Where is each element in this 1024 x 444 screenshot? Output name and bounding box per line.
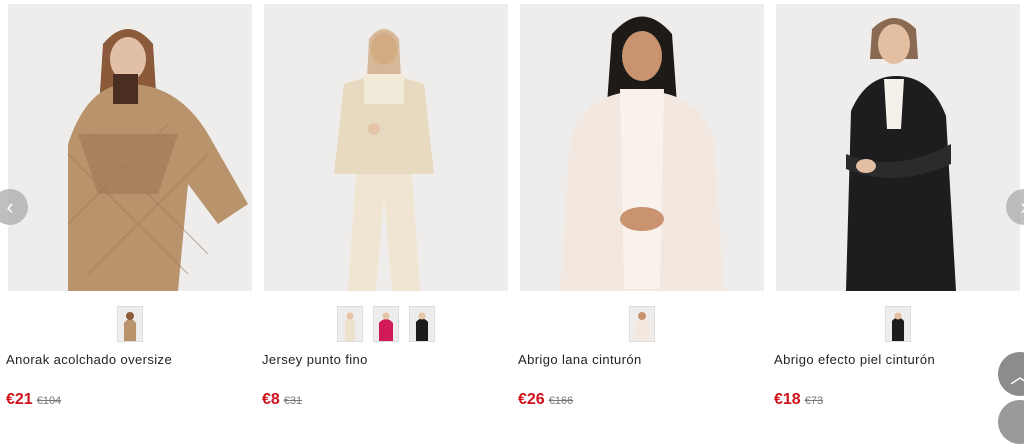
product-image[interactable]	[520, 4, 764, 291]
product-prices: €8 €31	[262, 391, 302, 409]
product-image[interactable]	[264, 4, 508, 291]
sale-price: €8	[262, 391, 280, 408]
sale-price: €21	[6, 391, 33, 408]
color-swatch[interactable]	[409, 306, 435, 342]
product-image[interactable]	[776, 4, 1020, 291]
original-price: €104	[36, 395, 62, 407]
sale-price: €18	[774, 391, 801, 408]
color-swatch[interactable]	[885, 306, 911, 342]
product-carousel: Anorak acolchado oversize €21 €104 Jerse…	[0, 0, 1024, 444]
color-swatch[interactable]	[117, 306, 143, 342]
product-name[interactable]: Anorak acolchado oversize	[6, 352, 172, 367]
color-swatches	[520, 306, 764, 344]
product-prices: €21 €104	[6, 391, 61, 409]
color-swatch[interactable]	[373, 306, 399, 342]
product-prices: €26 €166	[518, 391, 573, 409]
product-card[interactable]: Anorak acolchado oversize €21 €104	[6, 4, 252, 415]
product-prices: €18 €73	[774, 391, 823, 409]
color-swatch[interactable]	[629, 306, 655, 342]
color-swatch[interactable]	[337, 306, 363, 342]
original-price: €166	[548, 395, 574, 407]
original-price: €73	[804, 395, 824, 407]
sale-price: €26	[518, 391, 545, 408]
product-image[interactable]	[8, 4, 252, 291]
product-card[interactable]: Jersey punto fino €8 €31	[262, 4, 508, 415]
product-card[interactable]: Abrigo lana cinturón €26 €166	[518, 4, 764, 415]
product-name[interactable]: Abrigo efecto piel cinturón	[774, 352, 935, 367]
original-price: €31	[283, 395, 303, 407]
color-swatches	[776, 306, 1020, 344]
chevron-left-icon: ‹	[6, 194, 14, 219]
product-name[interactable]: Abrigo lana cinturón	[518, 352, 642, 367]
chevron-right-icon: ›	[1020, 194, 1024, 220]
color-swatches	[264, 306, 508, 344]
chevron-up-icon: ︿	[1010, 360, 1024, 389]
product-card[interactable]: Abrigo efecto piel cinturón €18 €73	[774, 4, 1020, 415]
product-name[interactable]: Jersey punto fino	[262, 352, 368, 367]
color-swatches	[8, 306, 252, 344]
